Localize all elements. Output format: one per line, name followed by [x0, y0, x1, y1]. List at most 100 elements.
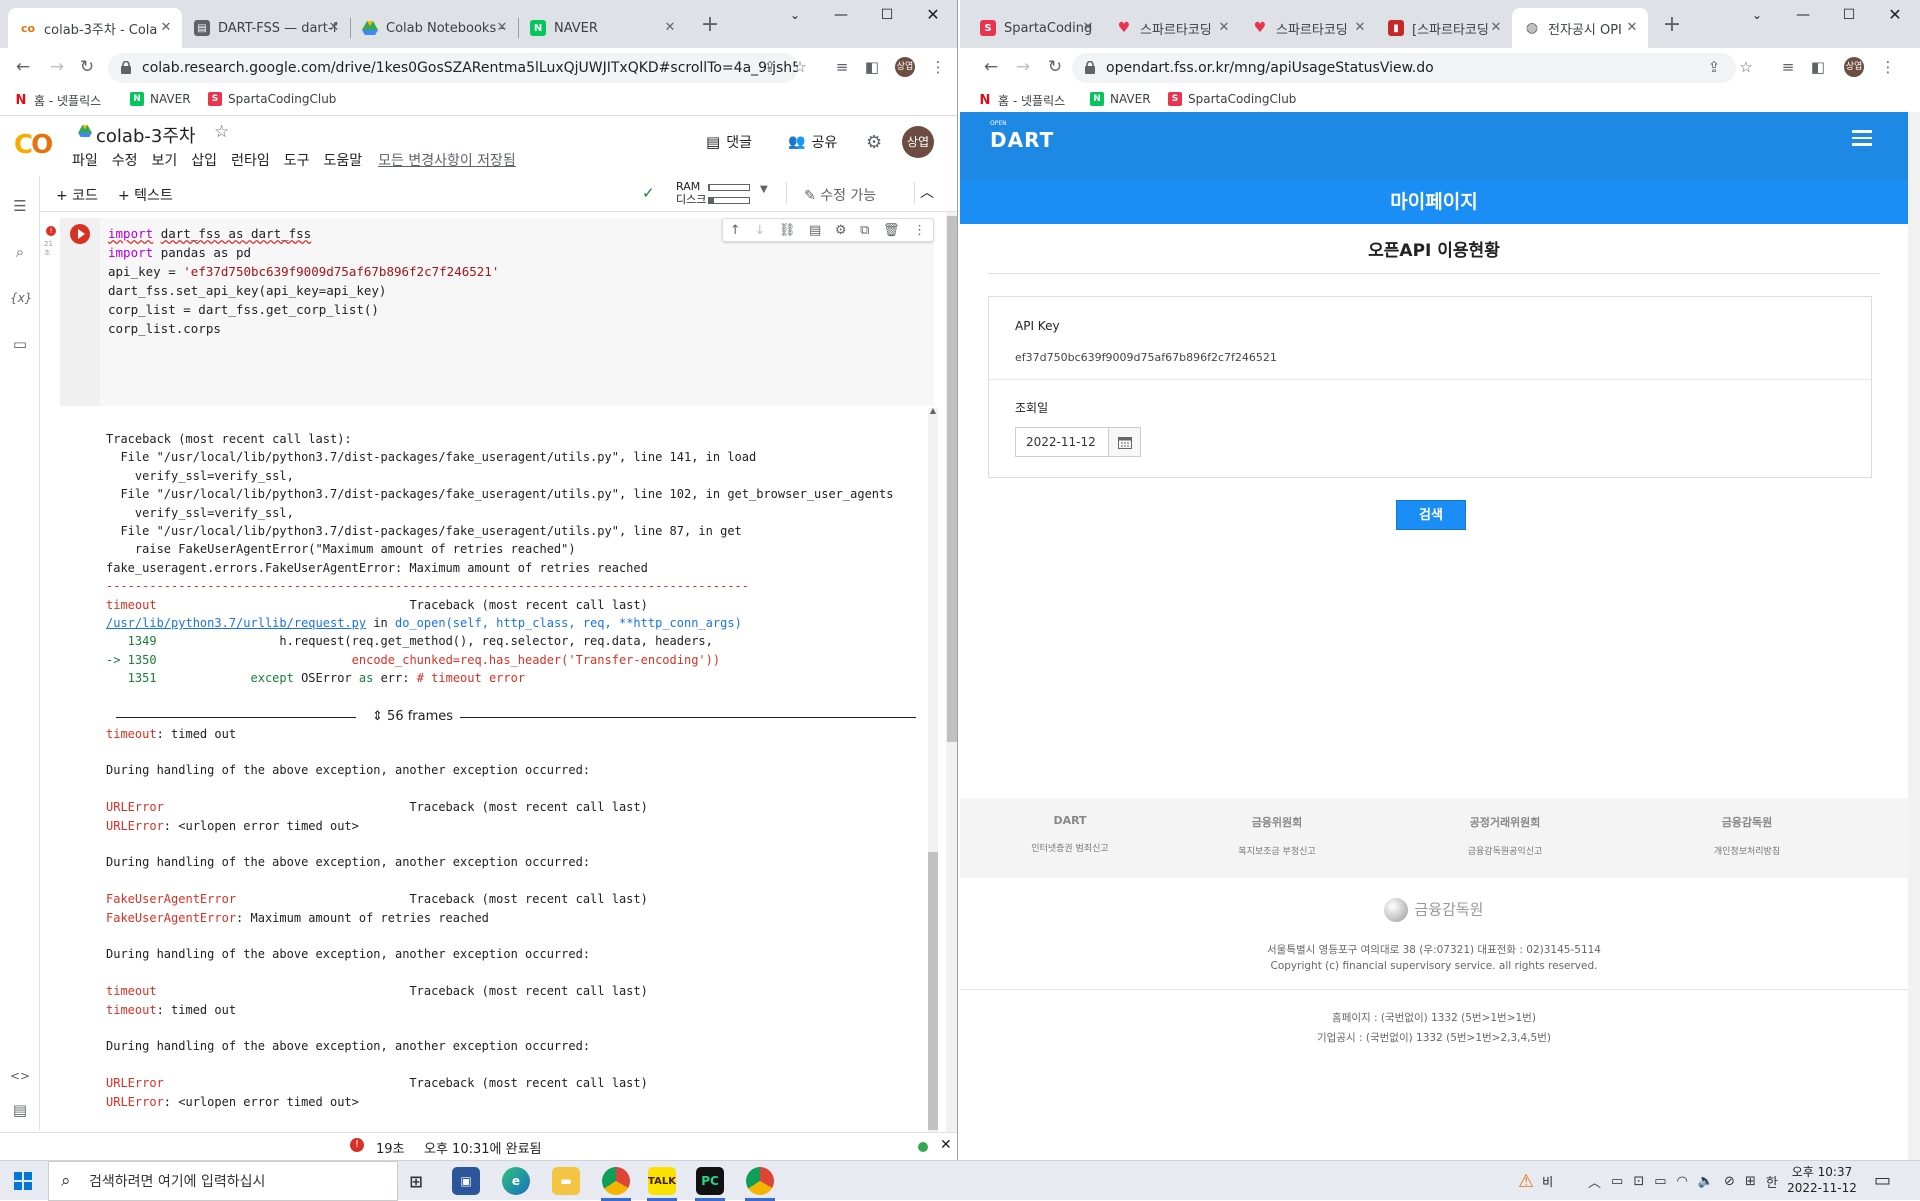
maximize-button[interactable]: ☐: [1826, 0, 1872, 32]
close-icon[interactable]: ✕: [158, 20, 174, 36]
maximize-button[interactable]: ☐: [864, 0, 910, 32]
tab-sparta-3[interactable]: ▮ [스파르타코딩 ✕: [1376, 8, 1512, 48]
comment-icon[interactable]: ▤: [809, 223, 821, 238]
menu-file[interactable]: 파일: [72, 150, 98, 170]
more-vert-icon[interactable]: ⋮: [928, 57, 948, 77]
chevron-up-icon[interactable]: ︿: [1588, 1172, 1601, 1191]
folder-icon[interactable]: ▭: [10, 334, 30, 354]
close-icon[interactable]: ✕: [1352, 20, 1368, 36]
mute-icon[interactable]: ⊘: [1724, 1174, 1735, 1189]
avatar[interactable]: 상엽: [902, 126, 934, 158]
variables-icon[interactable]: {x}: [10, 288, 32, 308]
tab-dart-fss[interactable]: ▤ DART-FSS — dart-f ✕: [182, 8, 350, 48]
back-icon[interactable]: ←: [12, 56, 34, 78]
meet-icon[interactable]: ▭: [1611, 1174, 1623, 1189]
pycharm-icon[interactable]: PC: [696, 1167, 724, 1195]
close-icon[interactable]: ✕: [1488, 20, 1504, 36]
minimize-button[interactable]: —: [818, 0, 864, 32]
close-icon[interactable]: ✕: [326, 20, 342, 36]
chevron-down-icon[interactable]: ▼: [760, 184, 768, 195]
file-explorer-icon[interactable]: ▬: [552, 1167, 580, 1195]
more-vert-icon[interactable]: ⋮: [913, 223, 926, 238]
footer-link-3[interactable]: 공정거래위원회 금융감독원공익신고: [1440, 814, 1570, 857]
collapse-header-icon[interactable]: ︿: [920, 182, 934, 202]
menu-runtime[interactable]: 런타임: [231, 150, 270, 170]
scroll-up-icon[interactable]: ▲: [928, 406, 938, 416]
output-scroll-thumb[interactable]: [928, 852, 938, 1130]
comment-button[interactable]: ▤ 댓글: [706, 132, 752, 152]
menu-help[interactable]: 도움말: [323, 150, 362, 170]
tab-naver[interactable]: N NAVER ✕: [518, 8, 686, 48]
back-icon[interactable]: ←: [980, 56, 1002, 78]
resource-monitor[interactable]: RAM 디스크: [676, 180, 706, 206]
calendar-icon[interactable]: [1109, 427, 1141, 457]
windows-start-icon[interactable]: [14, 1172, 32, 1190]
close-window-button[interactable]: ✕: [910, 0, 956, 32]
code-cell[interactable]: import dart_fss as dart_fss import pandas…: [60, 218, 934, 406]
tab-spartacoding[interactable]: S SpartaCoding ✕: [968, 8, 1104, 48]
run-cell-button[interactable]: [70, 224, 90, 244]
weather-widget[interactable]: ⚠ 비: [1518, 1161, 1553, 1201]
edit-mode-button[interactable]: ✎ 수정 가능: [804, 185, 876, 205]
taskbar-search-input[interactable]: ⌕ 검색하려면 여기에 입력하십시: [48, 1161, 398, 1201]
link-icon[interactable]: ⛓: [779, 223, 796, 238]
page-scrollbar[interactable]: [1908, 112, 1920, 1160]
sidepanel-icon[interactable]: ◧: [862, 57, 882, 77]
volume-icon[interactable]: 🔈: [1698, 1174, 1714, 1189]
frames-toggle[interactable]: ⇕ 56 frames: [116, 709, 916, 724]
dart-logo[interactable]: OPEN DART: [990, 120, 1054, 152]
reload-icon[interactable]: ↻: [1044, 56, 1066, 78]
bookmark-star-icon[interactable]: ☆: [1736, 57, 1756, 77]
kakaotalk-icon[interactable]: TALK: [648, 1167, 676, 1195]
close-window-button[interactable]: ✕: [1872, 0, 1918, 32]
reload-icon[interactable]: ↻: [76, 56, 98, 78]
bookmark-netflix[interactable]: N 홈 - 넷플릭스: [978, 92, 1066, 109]
add-code-button[interactable]: + 코드: [56, 185, 98, 205]
delete-icon[interactable]: 🗑: [883, 223, 900, 238]
avatar[interactable]: 상엽: [1844, 57, 1864, 77]
bookmark-naver[interactable]: N NAVER: [130, 92, 191, 106]
star-icon[interactable]: ☆: [214, 122, 229, 142]
tab-sparta-2[interactable]: ♥ 스파르타코딩 ✕: [1240, 8, 1376, 48]
tab-colab-notebooks[interactable]: Colab Notebooks - ✕: [350, 8, 518, 48]
hamburger-menu-icon[interactable]: [1852, 130, 1872, 146]
bookmark-naver[interactable]: N NAVER: [1090, 92, 1151, 106]
search-icon[interactable]: ⌕: [10, 242, 30, 262]
search-button[interactable]: 검색: [1396, 500, 1466, 530]
minimize-button[interactable]: —: [1780, 0, 1826, 32]
close-icon[interactable]: ✕: [1080, 20, 1096, 36]
code-editor[interactable]: import dart_fss as dart_fss import pandas…: [108, 224, 499, 338]
footer-link-4[interactable]: 금융감독원 개인정보처리방침: [1682, 814, 1812, 857]
notification-icon[interactable]: ▭: [1874, 1170, 1891, 1191]
menu-edit[interactable]: 수정: [112, 150, 138, 170]
share-button[interactable]: 👥 공유: [788, 132, 837, 152]
close-icon[interactable]: ✕: [1216, 20, 1232, 36]
task-view-icon[interactable]: ⊞: [402, 1167, 430, 1195]
chevron-down-icon[interactable]: ⌄: [1734, 0, 1780, 32]
add-text-button[interactable]: + 텍스트: [118, 185, 173, 205]
media-icon[interactable]: ≡: [1778, 57, 1798, 77]
network-icon[interactable]: ⊡: [1633, 1174, 1644, 1189]
clock[interactable]: 오후 10:37 2022-11-12: [1786, 1164, 1858, 1196]
media-icon[interactable]: ≡: [832, 57, 852, 77]
menu-view[interactable]: 보기: [152, 150, 178, 170]
toc-icon[interactable]: ☰: [10, 196, 30, 216]
gear-icon[interactable]: ⚙: [866, 132, 882, 153]
menu-tools[interactable]: 도구: [284, 150, 310, 170]
code-snippets-icon[interactable]: <>: [10, 1066, 30, 1086]
chrome-icon[interactable]: [602, 1167, 630, 1195]
bookmark-sparta[interactable]: S SpartaCodingClub: [208, 92, 336, 106]
menu-insert[interactable]: 삽입: [191, 150, 217, 170]
sidepanel-icon[interactable]: ◧: [1808, 57, 1828, 77]
tab-sparta-1[interactable]: ♥ 스파르타코딩 ✕: [1104, 8, 1240, 48]
forward-icon[interactable]: →: [46, 56, 68, 78]
address-bar[interactable]: opendart.fss.or.kr/mng/apiUsageStatusVie…: [1072, 53, 1736, 83]
gear-icon[interactable]: ⚙: [835, 223, 847, 238]
store-icon[interactable]: ▣: [452, 1167, 480, 1195]
keyboard-icon[interactable]: ⊞: [1745, 1174, 1756, 1189]
bookmark-sparta[interactable]: S SpartaCodingClub: [1168, 92, 1296, 106]
bookmark-netflix[interactable]: N 홈 - 넷플릭스: [14, 92, 102, 109]
notebook-title[interactable]: colab-3주차: [96, 122, 195, 148]
forward-icon[interactable]: →: [1012, 56, 1034, 78]
footer-link-1[interactable]: DART 인터넷증권 범죄신고: [1010, 814, 1130, 854]
